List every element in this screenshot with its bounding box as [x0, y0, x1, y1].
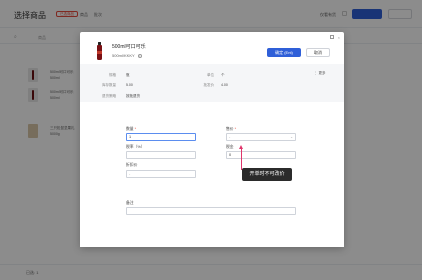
stock-value: 5.00: [126, 83, 133, 87]
tooltip: 开单时不可改价: [242, 168, 292, 181]
spec-label: 规格: [109, 73, 116, 77]
quantity-label: 数量*: [126, 127, 137, 131]
sale-price-label: 售价*: [226, 127, 237, 131]
product-code: 500ml/KKKY i: [112, 53, 142, 58]
price-label: 批发价: [203, 83, 215, 87]
more-link[interactable]: ⋮ 更多: [314, 71, 325, 76]
chevron-down-icon: ⌄: [290, 135, 293, 139]
product-image: [94, 42, 104, 60]
tax-amount-label: 税金: [226, 145, 234, 149]
product-modal: × 500ml可口可乐 500ml/KKKY i 确定 (Ent) 取消 规格 瓶…: [80, 32, 344, 247]
stock-label: 库存数量: [102, 83, 116, 87]
discount-label: 折扣价: [126, 163, 138, 167]
tax-amount-input[interactable]: 0: [226, 151, 296, 159]
tax-rate-input[interactable]: [126, 151, 196, 159]
remark-label: 备注: [126, 201, 134, 205]
price-value: 4.00: [221, 83, 228, 87]
info-icon[interactable]: i: [137, 54, 142, 58]
quantity-input[interactable]: 1: [126, 133, 196, 141]
cancel-button[interactable]: 取消: [306, 48, 330, 57]
remark-input[interactable]: [126, 207, 296, 215]
unit-label: 单位: [207, 73, 214, 77]
expand-icon[interactable]: [330, 35, 334, 39]
tax-rate-label: 税率（%）: [126, 145, 145, 149]
spec-value: 瓶: [126, 73, 130, 77]
product-name: 500ml可口可乐: [112, 44, 146, 50]
return-label: 退货策略: [102, 94, 116, 98]
close-icon[interactable]: ×: [338, 35, 340, 40]
return-value: 按批退货: [126, 94, 140, 98]
annotation-arrow: [241, 148, 242, 170]
unit-value: 个: [221, 73, 225, 77]
discount-input[interactable]: -: [126, 170, 196, 178]
confirm-button[interactable]: 确定 (Ent): [267, 48, 301, 57]
sale-price-select[interactable]: - ⌄: [226, 133, 296, 141]
product-code-text: 500ml/KKKY: [112, 53, 135, 58]
form-area: [80, 102, 344, 247]
